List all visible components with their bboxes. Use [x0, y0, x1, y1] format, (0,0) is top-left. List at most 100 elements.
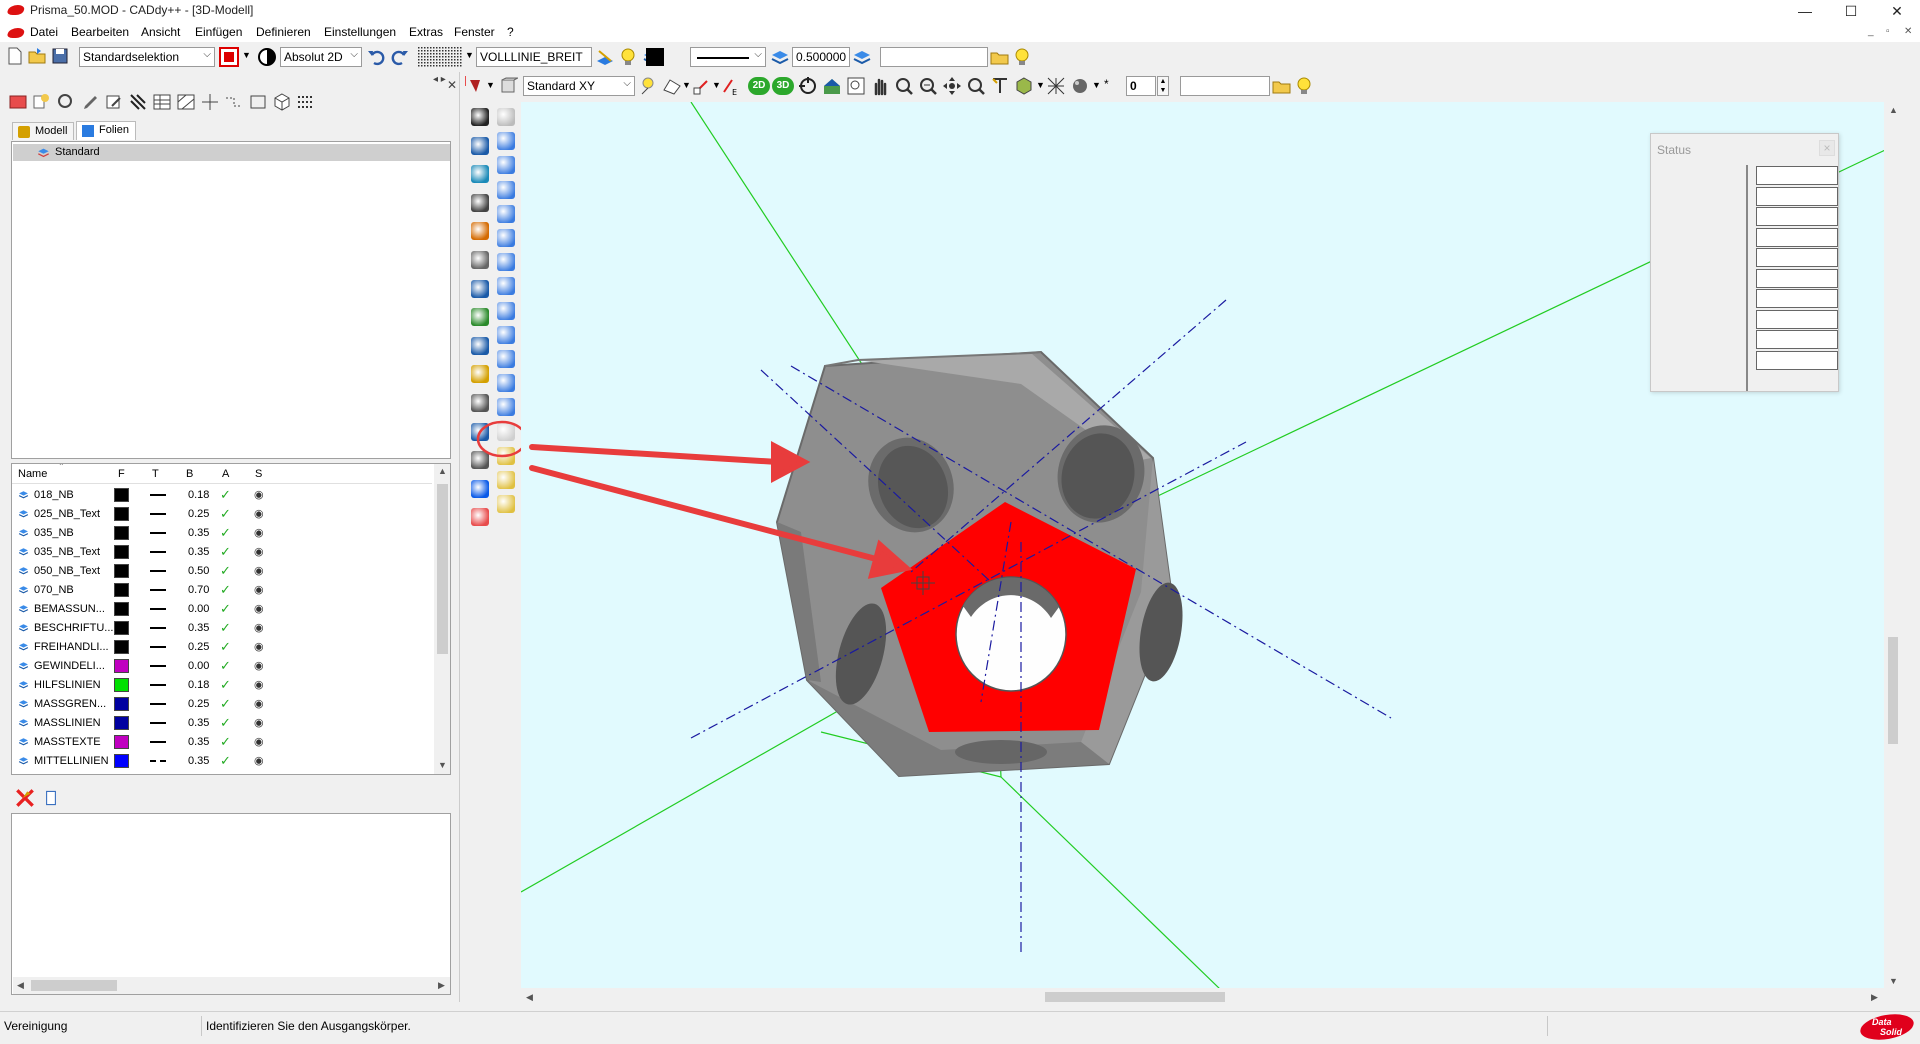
menu-einfuegen[interactable]: Einfügen	[195, 25, 242, 39]
menu-einstellungen[interactable]: Einstellungen	[324, 25, 396, 39]
shading-icon[interactable]	[1014, 76, 1034, 96]
chevron-down-icon[interactable]: ▼	[486, 80, 495, 90]
eye-icon[interactable]: ◉	[254, 754, 264, 767]
status-panel-close-button[interactable]: ×	[1819, 140, 1835, 156]
chamfer-icon[interactable]	[497, 374, 515, 393]
checkmark-icon[interactable]: ✓	[220, 563, 231, 579]
layer-linetype-sample[interactable]	[150, 646, 166, 648]
layer-width[interactable]: 0.50	[188, 565, 209, 577]
layer-color-swatch[interactable]	[114, 564, 129, 578]
scroll-right-icon[interactable]: ▶	[1871, 992, 1878, 1003]
render-sphere-icon[interactable]	[1070, 76, 1090, 96]
layer-width[interactable]: 0.35	[188, 755, 209, 767]
checkmark-icon[interactable]: ✓	[220, 658, 231, 674]
layer-width[interactable]: 0.25	[188, 641, 209, 653]
layer-width[interactable]: 0.35	[188, 527, 209, 539]
intersect-icon[interactable]	[497, 471, 515, 489]
layer-width[interactable]: 0.35	[188, 622, 209, 634]
layer-manager-icon[interactable]	[8, 92, 28, 112]
layer-width[interactable]: 0.18	[188, 489, 209, 501]
dimension-icon[interactable]	[224, 92, 244, 112]
workplane-icon[interactable]	[662, 76, 682, 96]
checkmark-icon[interactable]: ✓	[220, 525, 231, 541]
revolve-icon[interactable]	[497, 277, 515, 296]
scale-tool-icon[interactable]	[471, 394, 489, 412]
layer-linetype-sample[interactable]	[150, 551, 166, 553]
layer-edit-icon[interactable]	[40, 787, 62, 809]
layers-icon[interactable]	[852, 47, 872, 67]
layer-color-swatch[interactable]	[114, 640, 129, 654]
open-folder-icon[interactable]	[27, 46, 47, 66]
menu-bearbeiten[interactable]: Bearbeiten	[71, 25, 129, 39]
layer-width[interactable]: 0.25	[188, 698, 209, 710]
col-active[interactable]: A	[222, 468, 229, 480]
eye-icon[interactable]: ◉	[254, 526, 264, 539]
layer-color-swatch[interactable]	[114, 583, 129, 597]
zoom-in-icon[interactable]	[894, 76, 914, 96]
scroll-down-icon[interactable]: ▼	[1889, 976, 1898, 986]
mdi-close-button[interactable]: ✕	[1904, 26, 1912, 37]
layer-linetype-sample[interactable]	[150, 684, 166, 686]
view-3d-button[interactable]: 3D	[772, 77, 794, 95]
zoom-all-icon[interactable]	[942, 76, 962, 96]
torus-solid-icon[interactable]	[497, 204, 515, 223]
tab-folien[interactable]: Folien	[76, 121, 136, 140]
layer-linetype-sample[interactable]	[150, 589, 166, 591]
layer-linetype-sample[interactable]	[150, 608, 166, 610]
toolbar-text-field[interactable]	[880, 47, 988, 67]
rotate-view-icon[interactable]	[798, 76, 818, 96]
scroll-down-icon[interactable]: ▼	[438, 760, 447, 770]
close-button[interactable]: ✕	[1874, 0, 1920, 22]
checkmark-icon[interactable]: ✓	[220, 677, 231, 693]
panel-pin-icon[interactable]: ◂ ▸	[433, 74, 446, 85]
crosshair-icon[interactable]	[200, 92, 220, 112]
hatch-fill-icon[interactable]	[176, 92, 196, 112]
checkmark-icon[interactable]: ✓	[220, 506, 231, 522]
panel-close-icon[interactable]: ✕	[447, 78, 457, 92]
extrude-icon[interactable]	[497, 253, 515, 272]
col-width[interactable]: B	[186, 468, 193, 480]
section-icon[interactable]	[990, 76, 1010, 96]
select-arrow-icon[interactable]	[471, 108, 489, 126]
layer-search-icon[interactable]	[56, 92, 76, 112]
layer-color-swatch[interactable]	[114, 716, 129, 730]
layer-linetype-sample[interactable]	[150, 703, 166, 705]
layer-row[interactable]: 050_NB_Text 0.50 ✓ ◉	[14, 562, 444, 580]
layer-linetype-sample[interactable]	[150, 532, 166, 534]
chevron-down-icon[interactable]: ▼	[1036, 80, 1045, 90]
sphere-solid-icon[interactable]	[497, 180, 515, 199]
eye-icon[interactable]: ◉	[254, 621, 264, 634]
linestyle-select[interactable]: ⌵	[690, 47, 766, 67]
checkmark-icon[interactable]: ✓	[220, 715, 231, 731]
layer-row[interactable]: MASSLINIEN 0.35 ✓ ◉	[14, 714, 444, 732]
chevron-down-icon[interactable]: ▼	[242, 50, 251, 60]
layer-color-swatch[interactable]	[114, 602, 129, 616]
tree-item-selected[interactable]: Standard	[13, 144, 450, 161]
scroll-left-icon[interactable]: ◀	[526, 992, 533, 1003]
scroll-right-icon[interactable]: ▶	[438, 980, 445, 991]
viewport-vscrollbar[interactable]: ▲ ▼	[1884, 102, 1902, 990]
rect-outline-icon[interactable]	[248, 92, 268, 112]
pipe-icon[interactable]	[497, 350, 515, 368]
menu-fenster[interactable]: Fenster	[454, 25, 495, 39]
delete-layer-icon[interactable]	[14, 787, 36, 809]
col-linetype[interactable]: T	[152, 468, 159, 480]
layer-row[interactable]: HILFSLINIEN 0.18 ✓ ◉	[14, 676, 444, 694]
properties-hscrollbar[interactable]: ◀ ▶	[13, 977, 450, 994]
mdi-restore-button[interactable]: ▫	[1886, 26, 1890, 37]
layer-row[interactable]: 035_NB 0.35 ✓ ◉	[14, 524, 444, 542]
zoom-window-icon[interactable]	[846, 76, 866, 96]
edit-layer-icon[interactable]	[104, 92, 124, 112]
layers-icon[interactable]	[770, 47, 790, 67]
menu-extras[interactable]: Extras	[409, 25, 443, 39]
hidden-lines-icon[interactable]	[1046, 76, 1066, 96]
folder-search-icon[interactable]	[1272, 76, 1292, 96]
scroll-left-icon[interactable]: ◀	[17, 980, 24, 991]
selection-mode-select[interactable]: Standardselektion ⌵	[79, 47, 215, 67]
checkmark-icon[interactable]: ✓	[220, 696, 231, 712]
col-name[interactable]: Name	[18, 468, 47, 480]
layer-color-swatch[interactable]	[114, 526, 129, 540]
eye-icon[interactable]: ◉	[254, 640, 264, 653]
coordinate-mode-select[interactable]: Absolut 2D ⌵	[280, 47, 362, 67]
sphere-tool-icon[interactable]	[471, 136, 489, 155]
